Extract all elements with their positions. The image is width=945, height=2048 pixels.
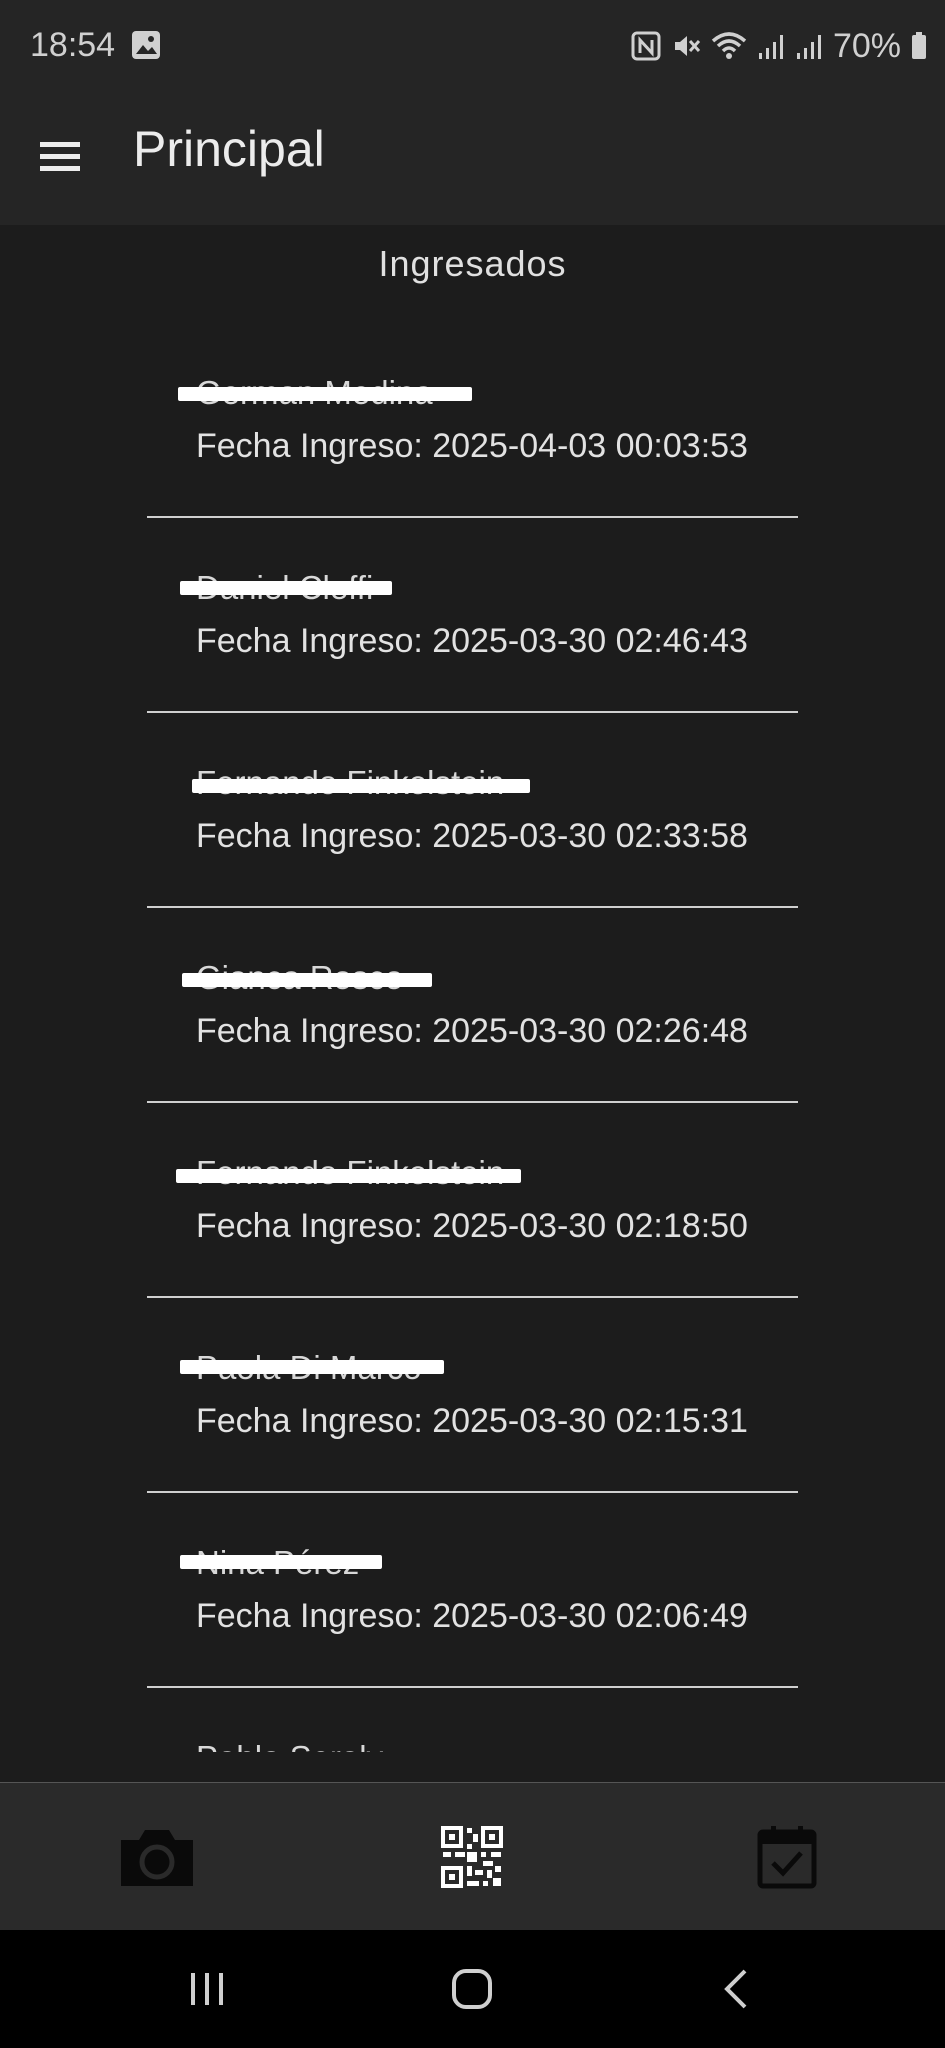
list-item[interactable]: Pablo Seraly — [0, 1692, 945, 1752]
system-nav — [0, 1930, 945, 2048]
entry-date: Fecha Ingreso: 2025-03-30 02:18:50 — [196, 1207, 748, 1245]
redaction-bar — [192, 779, 530, 793]
menu-button[interactable] — [34, 130, 90, 186]
home-icon — [452, 1969, 492, 2009]
battery-percent: 70% — [832, 26, 901, 65]
divider — [147, 1296, 798, 1298]
signal-icon — [796, 35, 821, 59]
list-item[interactable]: Daniel Cleffi Fecha Ingreso: 2025-03-30 … — [0, 522, 945, 717]
list-item[interactable]: Nina Pérez Fecha Ingreso: 2025-03-30 02:… — [0, 1497, 945, 1692]
status-icons: 70% — [631, 26, 927, 66]
redaction-bar — [180, 1555, 382, 1569]
divider — [147, 906, 798, 908]
app-bar: Principal — [0, 90, 945, 225]
back-button[interactable] — [677, 1930, 797, 2048]
divider — [147, 711, 798, 713]
entry-date: Fecha Ingreso: 2025-03-30 02:06:49 — [196, 1597, 748, 1635]
entry-date: Fecha Ingreso: 2025-03-30 02:33:58 — [196, 817, 748, 855]
back-icon — [724, 1969, 747, 2009]
redaction-bar — [176, 1169, 521, 1183]
wifi-icon — [711, 32, 747, 59]
page-title: Principal — [133, 121, 325, 177]
status-time: 18:54 — [30, 26, 116, 64]
nfc-icon — [631, 31, 661, 61]
status-bar: 18:54 70% — [0, 0, 945, 90]
divider — [147, 1686, 798, 1688]
redaction-bar — [180, 581, 392, 595]
entry-date: Fecha Ingreso: 2025-03-30 02:46:43 — [196, 622, 748, 660]
home-button[interactable] — [412, 1930, 532, 2048]
mute-icon — [674, 36, 701, 56]
menu-icon — [40, 142, 80, 171]
entry-date: Fecha Ingreso: 2025-03-30 02:26:48 — [196, 1012, 748, 1050]
recents-icon — [191, 1973, 223, 2005]
bottom-nav — [0, 1782, 945, 1931]
battery-icon — [912, 32, 926, 59]
calendar-button[interactable] — [707, 1783, 867, 1931]
redaction-bar — [180, 1360, 444, 1374]
calendar-check-icon — [757, 1826, 817, 1889]
list-item[interactable]: Paola Di Marco Fecha Ingreso: 2025-03-30… — [0, 1302, 945, 1497]
divider — [147, 1491, 798, 1493]
gallery-icon — [132, 31, 160, 59]
entry-date: Fecha Ingreso: 2025-04-03 00:03:53 — [196, 427, 748, 465]
divider — [147, 1101, 798, 1103]
signal-icon — [758, 35, 783, 59]
entries-list[interactable]: German Medina Fecha Ingreso: 2025-04-03 … — [0, 327, 945, 1752]
redaction-bar — [182, 973, 432, 987]
qr-code-icon — [441, 1826, 503, 1888]
entry-date: Fecha Ingreso: 2025-03-30 02:15:31 — [196, 1402, 748, 1440]
divider — [147, 516, 798, 518]
section-title: Ingresados — [378, 243, 567, 284]
entry-name: Pablo Seraly — [196, 1739, 383, 1752]
list-item[interactable]: Fernando Finkelstein Fecha Ingreso: 2025… — [0, 1107, 945, 1302]
list-item[interactable]: German Medina Fecha Ingreso: 2025-04-03 … — [0, 327, 945, 522]
list-item[interactable]: Fernando Finkelstein Fecha Ingreso: 2025… — [0, 717, 945, 912]
list-item[interactable]: Gianca Rosco Fecha Ingreso: 2025-03-30 0… — [0, 912, 945, 1107]
camera-icon — [121, 1830, 193, 1886]
qr-scan-button[interactable] — [392, 1783, 552, 1931]
recents-button[interactable] — [147, 1930, 267, 2048]
redaction-bar — [178, 387, 472, 401]
camera-button[interactable] — [77, 1783, 237, 1931]
